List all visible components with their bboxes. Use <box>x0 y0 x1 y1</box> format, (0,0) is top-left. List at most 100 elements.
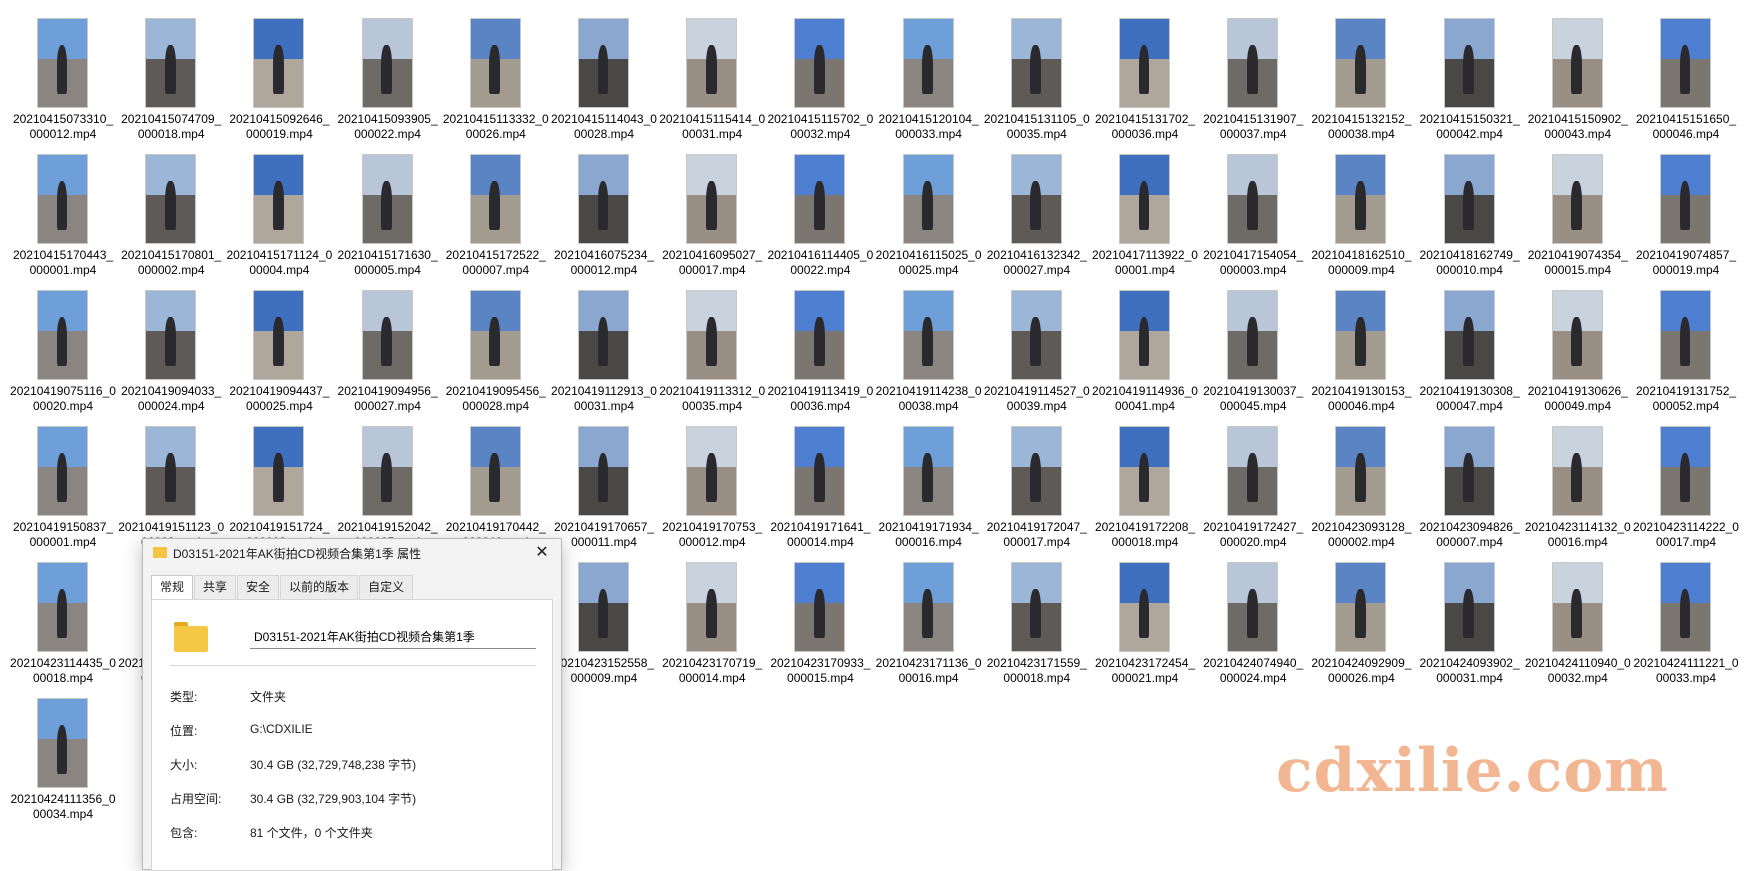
file-item[interactable]: 20210419152042_000005.mp4 <box>335 408 441 549</box>
file-item[interactable]: 20210416095027_000017.mp4 <box>659 136 765 277</box>
file-item[interactable]: 20210419130626_000049.mp4 <box>1525 272 1631 413</box>
tab-previous-versions[interactable]: 以前的版本 <box>280 575 359 599</box>
file-item[interactable]: 20210423171559_000018.mp4 <box>984 544 1090 685</box>
file-item[interactable]: 20210419113312_000035.mp4 <box>659 272 765 413</box>
file-item[interactable]: 20210419130037_000045.mp4 <box>1200 272 1306 413</box>
file-item[interactable]: 20210424110940_000032.mp4 <box>1525 544 1631 685</box>
tab-general[interactable]: 常规 <box>151 575 194 599</box>
file-item[interactable]: 20210415114043_000028.mp4 <box>551 0 657 141</box>
video-thumbnail <box>361 290 413 380</box>
file-item[interactable]: 20210415170801_000002.mp4 <box>118 136 224 277</box>
video-thumbnail <box>145 426 197 516</box>
file-item[interactable]: 20210419114936_000041.mp4 <box>1092 272 1198 413</box>
prop-value: 文件夹 <box>250 690 287 704</box>
file-item[interactable]: 20210423094826_000007.mp4 <box>1417 408 1523 549</box>
video-thumbnail <box>686 290 738 380</box>
file-item[interactable]: 20210417154054_000003.mp4 <box>1200 136 1306 277</box>
prop-value: G:\CDXILIE <box>250 722 313 736</box>
file-item[interactable]: 20210419095456_000028.mp4 <box>443 272 549 413</box>
file-item[interactable]: 20210424092909_000026.mp4 <box>1308 544 1414 685</box>
file-item[interactable]: 20210419151123_000002.mp4 <box>118 408 224 549</box>
file-item[interactable]: 20210419172047_000017.mp4 <box>984 408 1090 549</box>
prop-label: 大小: <box>170 758 198 772</box>
file-item[interactable]: 20210419114238_000038.mp4 <box>876 272 982 413</box>
folder-name-input[interactable] <box>250 625 536 649</box>
file-item[interactable]: 20210419131752_000052.mp4 <box>1633 272 1739 413</box>
file-item[interactable]: 20210415131907_000037.mp4 <box>1200 0 1306 141</box>
file-item[interactable]: 20210423093128_000002.mp4 <box>1308 408 1414 549</box>
video-thumbnail <box>37 18 88 108</box>
file-item[interactable]: 20210419075116_000020.mp4 <box>10 272 116 413</box>
folder-icon <box>174 622 208 652</box>
file-item[interactable]: 20210419171934_000016.mp4 <box>876 408 982 549</box>
file-item[interactable]: 20210416114405_000022.mp4 <box>767 136 873 277</box>
tab-customize[interactable]: 自定义 <box>359 575 414 599</box>
file-item[interactable]: 20210415120104_000033.mp4 <box>876 0 982 141</box>
file-item[interactable]: 20210419172427_000020.mp4 <box>1200 408 1306 549</box>
file-item[interactable]: 20210423152558_000009.mp4 <box>551 544 657 685</box>
file-item[interactable]: 20210415170443_000001.mp4 <box>10 136 116 277</box>
file-item[interactable]: 20210419094956_000027.mp4 <box>335 272 441 413</box>
file-item[interactable]: 20210423114132_000016.mp4 <box>1525 408 1631 549</box>
file-item[interactable]: 20210415171124_000004.mp4 <box>226 136 332 277</box>
video-thumbnail <box>37 426 88 516</box>
dialog-titlebar[interactable]: D03151-2021年AK街拍CD视频合集第1季 属性 ✕ <box>143 539 561 567</box>
file-item[interactable]: 20210415150321_000042.mp4 <box>1417 0 1523 141</box>
file-item[interactable]: 20210423170719_000014.mp4 <box>659 544 765 685</box>
file-item[interactable]: 20210415115702_000032.mp4 <box>767 0 873 141</box>
file-item[interactable]: 20210424111356_000034.mp4 <box>10 680 116 821</box>
file-item[interactable]: 20210415073310_000012.mp4 <box>10 0 116 141</box>
file-item[interactable]: 20210419112913_000031.mp4 <box>551 272 657 413</box>
file-item[interactable]: 20210415131105_000035.mp4 <box>984 0 1090 141</box>
tab-sharing[interactable]: 共享 <box>194 575 237 599</box>
file-item[interactable]: 20210415115414_000031.mp4 <box>659 0 765 141</box>
file-item[interactable]: 20210419151724_000003.mp4 <box>226 408 332 549</box>
file-item[interactable]: 20210423171136_000016.mp4 <box>876 544 982 685</box>
prop-value: 30.4 GB (32,729,748,238 字节) <box>250 758 417 772</box>
file-item[interactable]: 20210419170657_000011.mp4 <box>551 408 657 549</box>
file-item[interactable]: 20210415132152_000038.mp4 <box>1308 0 1414 141</box>
file-item[interactable]: 20210419130153_000046.mp4 <box>1308 272 1414 413</box>
file-item[interactable]: 20210424074940_000024.mp4 <box>1200 544 1306 685</box>
file-item[interactable]: 20210419113419_000036.mp4 <box>767 272 873 413</box>
file-item[interactable]: 20210415074709_000018.mp4 <box>118 0 224 141</box>
file-item[interactable]: 20210419074354_000015.mp4 <box>1525 136 1631 277</box>
file-item[interactable]: 20210419114527_000039.mp4 <box>984 272 1090 413</box>
file-item[interactable]: 20210415093905_000022.mp4 <box>335 0 441 141</box>
file-item[interactable]: 20210419130308_000047.mp4 <box>1417 272 1523 413</box>
file-item[interactable]: 20210419171641_000014.mp4 <box>767 408 873 549</box>
file-item[interactable]: 20210419074857_000019.mp4 <box>1633 136 1739 277</box>
file-item[interactable]: 20210419094437_000025.mp4 <box>226 272 332 413</box>
file-item[interactable]: 20210415172522_000007.mp4 <box>443 136 549 277</box>
file-item[interactable]: 20210419150837_000001.mp4 <box>10 408 116 549</box>
file-item[interactable]: 20210418162749_000010.mp4 <box>1417 136 1523 277</box>
file-item[interactable]: 20210423170933_000015.mp4 <box>767 544 873 685</box>
video-thumbnail <box>469 426 521 516</box>
video-thumbnail <box>902 562 954 652</box>
file-item[interactable]: 20210424111221_000033.mp4 <box>1633 544 1739 685</box>
file-item[interactable]: 20210416132342_000027.mp4 <box>984 136 1090 277</box>
file-item[interactable]: 20210417113922_000001.mp4 <box>1092 136 1198 277</box>
video-thumbnail <box>361 426 413 516</box>
file-item[interactable]: 20210419094033_000024.mp4 <box>118 272 224 413</box>
file-item[interactable]: 20210419170442_000010.mp4 <box>443 408 549 549</box>
file-item[interactable]: 20210423114435_000018.mp4 <box>10 544 116 685</box>
file-item[interactable]: 20210415171630_000005.mp4 <box>335 136 441 277</box>
file-item[interactable]: 20210423172454_000021.mp4 <box>1092 544 1198 685</box>
file-item[interactable]: 20210416115025_000025.mp4 <box>876 136 982 277</box>
file-item[interactable]: 20210423114222_000017.mp4 <box>1633 408 1739 549</box>
file-item[interactable]: 20210415092646_000019.mp4 <box>226 0 332 141</box>
file-item[interactable]: 20210419170753_000012.mp4 <box>659 408 765 549</box>
file-item[interactable]: 20210415151650_000046.mp4 <box>1633 0 1739 141</box>
close-icon[interactable]: ✕ <box>531 542 553 564</box>
properties-dialog[interactable]: D03151-2021年AK街拍CD视频合集第1季 属性 ✕ 常规 共享 安全 以前的… <box>142 538 562 871</box>
file-item[interactable]: 20210415150902_000043.mp4 <box>1525 0 1631 141</box>
file-item[interactable]: 20210424093902_000031.mp4 <box>1417 544 1523 685</box>
file-item[interactable]: 20210415113332_000026.mp4 <box>443 0 549 141</box>
file-item[interactable]: 20210416075234_000012.mp4 <box>551 136 657 277</box>
file-item[interactable]: 20210418162510_000009.mp4 <box>1308 136 1414 277</box>
file-item[interactable]: 20210415131702_000036.mp4 <box>1092 0 1198 141</box>
tab-security[interactable]: 安全 <box>237 575 280 599</box>
file-item[interactable]: 20210419172208_000018.mp4 <box>1092 408 1198 549</box>
watermark: cdxilie.com <box>1276 736 1669 806</box>
